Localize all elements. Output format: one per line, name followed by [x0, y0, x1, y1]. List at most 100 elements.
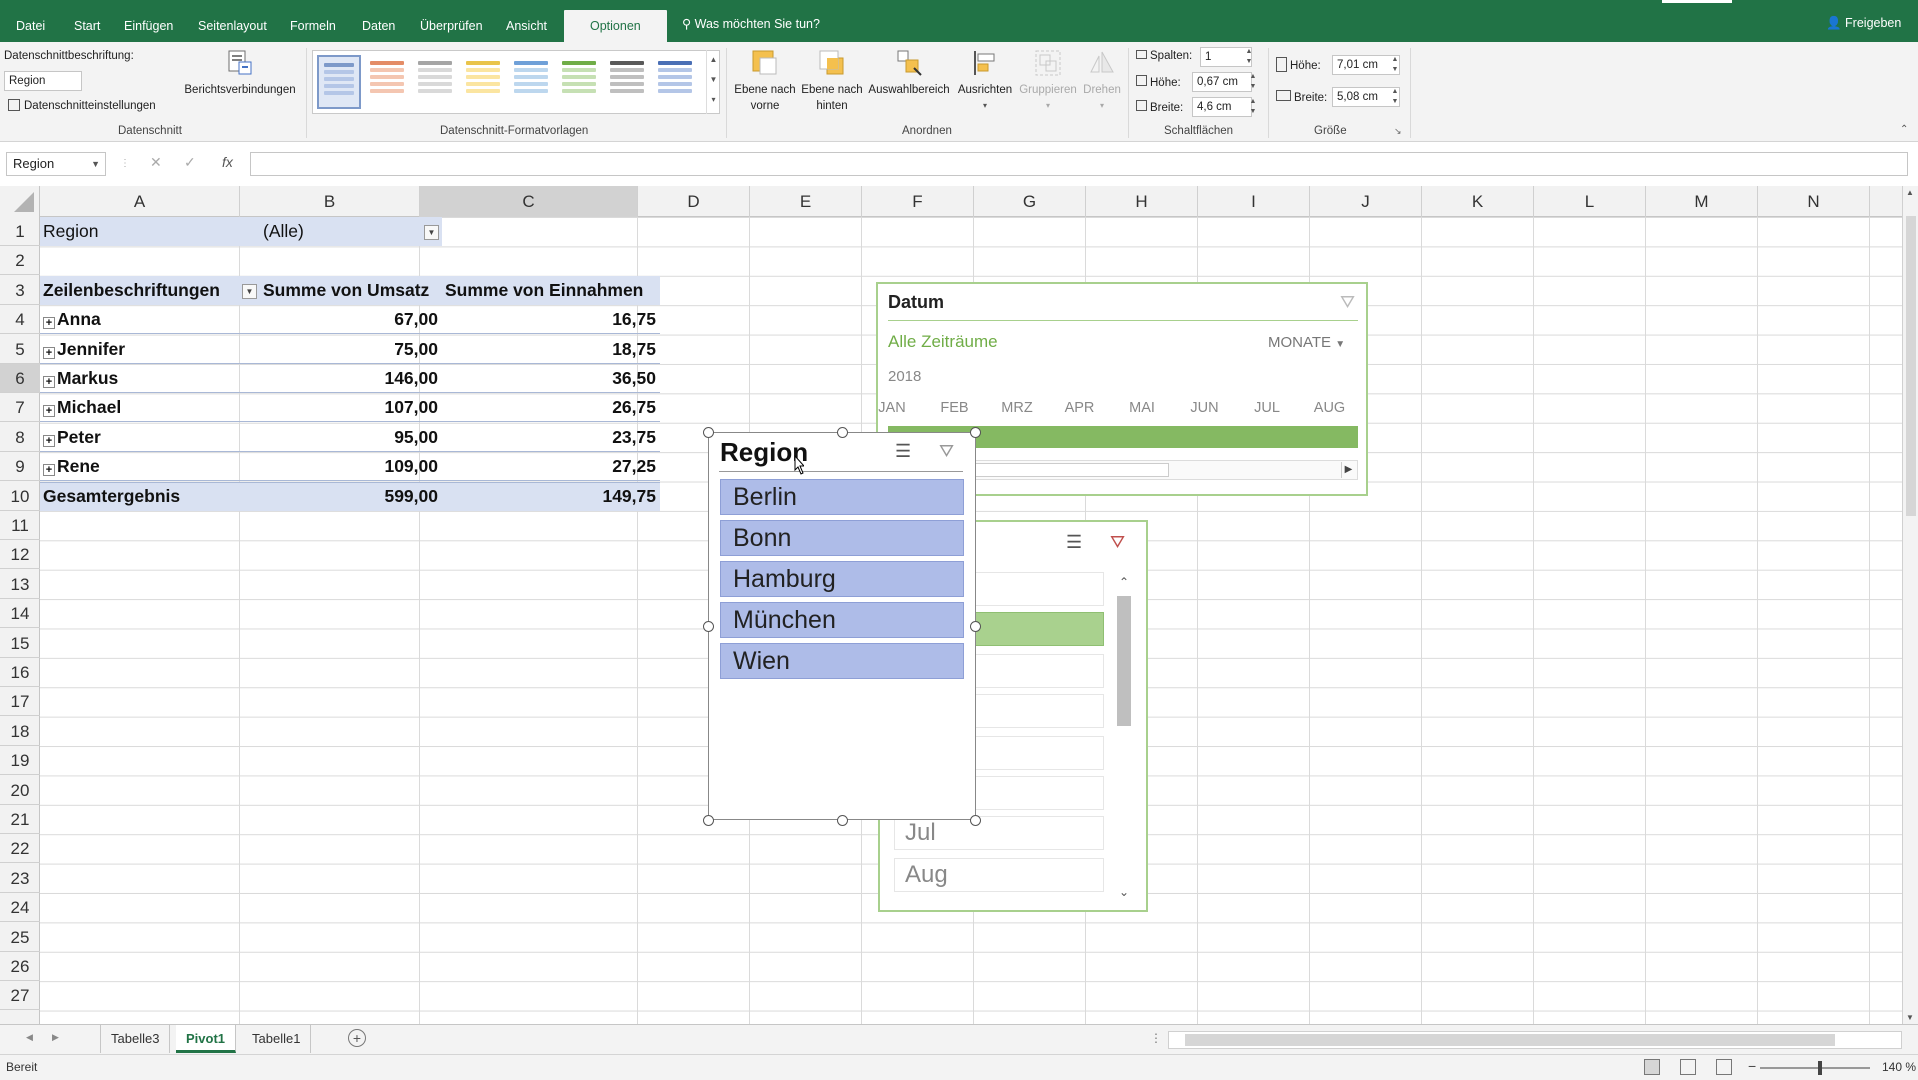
resize-handle[interactable] [970, 427, 981, 438]
slicer-settings-button[interactable]: Datenschnitteinstellungen [8, 99, 156, 112]
region-slicer[interactable]: Region ☰ ⛛ Berlin Bonn Hamburg München Wien [708, 432, 976, 820]
pivot-total-label[interactable]: Gesamtergebnis [43, 482, 253, 511]
row-header-7[interactable]: 7 [0, 393, 40, 423]
pivot-filter-field[interactable]: Region [43, 217, 253, 246]
row-header-5[interactable]: 5 [0, 335, 40, 364]
resize-handle[interactable] [970, 815, 981, 826]
tab-einfuegen[interactable]: Einfügen [124, 0, 173, 42]
tab-formeln[interactable]: Formeln [290, 0, 336, 42]
horizontal-scroll-thumb[interactable] [1185, 1034, 1835, 1046]
month-slicer-scroll-thumb[interactable] [1117, 596, 1131, 726]
formula-input[interactable] [250, 152, 1908, 176]
clear-filter-icon[interactable]: ⛛ [1110, 532, 1125, 553]
enter-icon[interactable]: ✓ [184, 154, 196, 171]
multi-select-icon[interactable]: ☰ [895, 441, 911, 462]
clear-filter-icon[interactable]: ⛛ [1340, 292, 1355, 313]
resize-handle[interactable] [703, 621, 714, 632]
region-slicer-item[interactable]: Berlin [720, 479, 964, 515]
sheet-tab-pivot1[interactable]: Pivot1 [176, 1025, 237, 1053]
month-slicer-item-aug[interactable]: Aug [894, 858, 1104, 892]
pivot-row-sales[interactable]: 95,00 [262, 423, 442, 452]
row-header-8[interactable]: 8 [0, 423, 40, 452]
chevron-down-icon[interactable]: ⌄ [1112, 882, 1136, 902]
zoom-slider-thumb[interactable] [1818, 1061, 1822, 1075]
row-header-10[interactable]: 10 [0, 482, 40, 511]
vertical-scrollbar[interactable]: ▲ ▼ [1902, 186, 1918, 1024]
button-height-spinner[interactable]: ▲ ▼ [1248, 72, 1258, 92]
row-header-2[interactable]: 2 [0, 246, 40, 276]
column-header-m[interactable]: M [1646, 186, 1758, 217]
column-header-i[interactable]: I [1198, 186, 1310, 217]
sheet-tab-tabelle1[interactable]: Tabelle1 [242, 1025, 312, 1053]
timeline-month-feb[interactable]: FEB [935, 400, 975, 416]
pivot-header-sales[interactable]: Summe von Umsatz [263, 276, 443, 305]
slicer-caption-input[interactable]: Region [4, 71, 82, 91]
pivot-header-income[interactable]: Summe von Einnahmen [445, 276, 660, 305]
column-header-g[interactable]: G [974, 186, 1086, 217]
button-width-spinner[interactable]: ▲ ▼ [1248, 97, 1258, 117]
pivot-total-income[interactable]: 149,75 [442, 482, 660, 511]
expand-icon[interactable]: + [43, 317, 55, 330]
pivot-row-income[interactable]: 18,75 [442, 335, 660, 364]
column-header-c[interactable]: C [420, 186, 638, 217]
cancel-icon[interactable]: ✕ [150, 154, 162, 171]
region-slicer-item[interactable]: Wien [720, 643, 964, 679]
pivot-row-sales[interactable]: 109,00 [262, 452, 442, 481]
slicer-style-swatch-2[interactable] [365, 55, 409, 109]
gallery-scroll[interactable]: ▲ ▼ ▾ [706, 50, 720, 114]
resize-handle[interactable] [837, 427, 848, 438]
chevron-up-icon[interactable]: ▲ [1906, 188, 1914, 197]
pivot-row-sales[interactable]: 75,00 [262, 335, 442, 364]
region-slicer-item[interactable]: Hamburg [720, 561, 964, 597]
pivot-row-income[interactable]: 16,75 [442, 305, 660, 334]
row-header-15[interactable]: 15 [0, 629, 40, 658]
selection-pane-button[interactable]: Auswahlbereich [866, 48, 952, 98]
column-header-e[interactable]: E [750, 186, 862, 217]
horizontal-scrollbar[interactable] [1168, 1031, 1902, 1049]
row-header-9[interactable]: 9 [0, 452, 40, 482]
row-header-21[interactable]: 21 [0, 805, 40, 834]
row-header-23[interactable]: 23 [0, 864, 40, 893]
pivot-total-sales[interactable]: 599,00 [262, 482, 442, 511]
chevron-down-icon[interactable]: ▼ [91, 153, 100, 175]
row-header-25[interactable]: 25 [0, 923, 40, 952]
report-connections-button[interactable]: Berichtsverbindungen [180, 48, 300, 98]
tab-ansicht[interactable]: Ansicht [506, 0, 547, 42]
row-header-13[interactable]: 13 [0, 570, 40, 599]
pivot-row-sales[interactable]: 67,00 [262, 305, 442, 334]
month-slicer-scrollbar[interactable]: ⌃ ⌄ [1112, 572, 1136, 906]
timeline-month-aug[interactable]: AUG [1310, 400, 1350, 416]
region-slicer-item[interactable]: München [720, 602, 964, 638]
column-header-b[interactable]: B [240, 186, 420, 217]
page-break-view-button[interactable] [1716, 1059, 1732, 1075]
pivot-row-name[interactable]: + Michael [43, 393, 253, 422]
tell-me-box[interactable]: ⚲ Was möchten Sie tun? [682, 16, 820, 31]
select-all-corner[interactable] [0, 186, 40, 217]
expand-icon[interactable]: + [43, 434, 55, 447]
resize-handle[interactable] [970, 621, 981, 632]
row-header-26[interactable]: 26 [0, 952, 40, 981]
slicer-style-swatch-6[interactable] [557, 55, 601, 109]
row-header-3[interactable]: 3 [0, 276, 40, 305]
zoom-level[interactable]: 140 % [1882, 1060, 1916, 1074]
insert-function-icon[interactable]: fx [222, 154, 233, 170]
timeline-month-mrz[interactable]: MRZ [997, 400, 1037, 416]
row-header-1[interactable]: 1 [0, 217, 40, 246]
expand-icon[interactable]: + [43, 376, 55, 388]
chevron-down-icon[interactable]: ▼ [707, 70, 720, 90]
row-header-20[interactable]: 20 [0, 776, 40, 805]
timeline-month-mai[interactable]: MAI [1122, 400, 1162, 416]
pivot-row-income[interactable]: 23,75 [442, 423, 660, 452]
pivot-row-income[interactable]: 27,25 [442, 452, 660, 481]
scroll-right-icon[interactable]: ▶ [52, 1032, 59, 1043]
row-header-24[interactable]: 24 [0, 893, 40, 923]
pivot-row-name[interactable]: + Peter [43, 423, 253, 452]
timeline-month-apr[interactable]: APR [1060, 400, 1100, 416]
column-header-h[interactable]: H [1086, 186, 1198, 217]
multi-select-icon[interactable]: ☰ [1066, 532, 1082, 553]
normal-view-button[interactable] [1644, 1059, 1660, 1075]
timeline-month-jan[interactable]: JAN [872, 400, 912, 416]
month-slicer-item-jul[interactable]: Jul [894, 816, 1104, 850]
slicer-style-swatch-3[interactable] [413, 55, 457, 109]
collapse-ribbon-icon[interactable]: ⌃ [1900, 124, 1908, 135]
